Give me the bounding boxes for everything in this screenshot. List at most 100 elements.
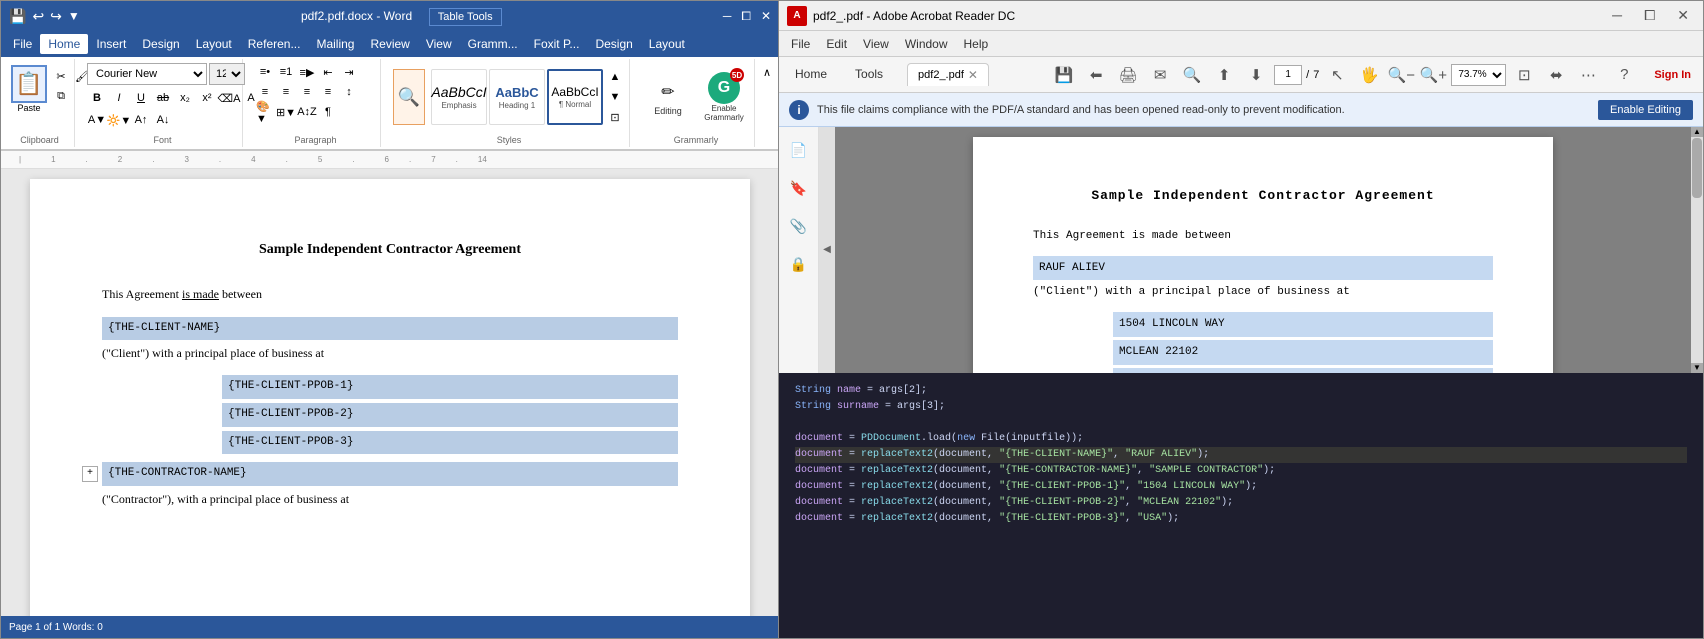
styles-expand[interactable]: ⊡ <box>605 108 625 126</box>
justify-button[interactable]: ≡ <box>318 83 338 101</box>
menu-file[interactable]: File <box>5 34 40 54</box>
acrobat-menu-help[interactable]: Help <box>956 34 997 54</box>
scrollbar-thumb[interactable] <box>1692 138 1702 198</box>
menu-foxit[interactable]: Foxit P... <box>526 34 588 54</box>
cut-button[interactable]: ✂ <box>51 67 71 85</box>
style-normal[interactable]: AaBbCcI ¶ Normal <box>547 69 603 125</box>
acrobat-sign-in[interactable]: Sign In <box>1646 65 1699 85</box>
pdf-zoom-out-icon[interactable]: 🔍− <box>1387 61 1415 89</box>
shading-button[interactable]: 🎨▼ <box>255 103 275 121</box>
menu-home[interactable]: Home <box>40 34 88 54</box>
sort-button[interactable]: A↕Z <box>297 103 317 121</box>
acrobat-minimize-btn[interactable]: ─ <box>1606 5 1628 26</box>
sidebar-bookmark-btn[interactable]: 🔖 <box>784 173 814 203</box>
acrobat-tab-tools[interactable]: Tools <box>843 61 895 89</box>
font-color-button[interactable]: A▼ <box>87 111 107 129</box>
bullet-list-button[interactable]: ≡• <box>255 63 275 81</box>
pdf-print-icon[interactable]: 🖨 <box>1114 61 1142 89</box>
highlight-button[interactable]: 🔆▼ <box>109 111 129 129</box>
pdf-fit-width-icon[interactable]: ⬌ <box>1542 61 1570 89</box>
bold-button[interactable]: B <box>87 89 107 107</box>
pdf-hand-icon[interactable]: 🖐 <box>1355 61 1383 89</box>
acrobat-help-icon[interactable]: ? <box>1610 61 1638 89</box>
menu-review[interactable]: Review <box>362 34 417 54</box>
grammarly-button[interactable]: G 5D EnableGrammarly <box>698 67 750 127</box>
font-up-button[interactable]: A↑ <box>131 111 151 129</box>
paste-button[interactable]: 📋 Paste <box>9 63 49 115</box>
pdf-save-icon[interactable]: 💾 <box>1050 61 1078 89</box>
acrobat-menu-file[interactable]: File <box>783 34 818 54</box>
pdf-zoom-in-icon[interactable]: 🔍+ <box>1419 61 1447 89</box>
align-right-button[interactable]: ≡ <box>297 83 317 101</box>
acrobat-menu-window[interactable]: Window <box>897 34 956 54</box>
styles-search-button[interactable]: 🔍 <box>393 69 425 125</box>
editing-button[interactable]: ✏ Editing <box>642 73 694 121</box>
sidebar-thumbnail-btn[interactable]: 📄 <box>784 135 814 165</box>
acrobat-doc-tab[interactable]: pdf2_.pdf ✕ <box>907 63 989 86</box>
multi-list-button[interactable]: ≡▶ <box>297 63 317 81</box>
styles-scroll-up[interactable]: ▲ <box>605 68 625 86</box>
menu-references[interactable]: Referen... <box>240 34 309 54</box>
acrobat-tab-home[interactable]: Home <box>783 61 839 89</box>
pdf-fit-page-icon[interactable]: ⊡ <box>1510 61 1538 89</box>
word-close-btn[interactable]: ✕ <box>761 9 771 24</box>
menu-insert[interactable]: Insert <box>88 34 134 54</box>
align-left-button[interactable]: ≡ <box>255 83 275 101</box>
menu-layout[interactable]: Layout <box>188 34 240 54</box>
line-spacing-button[interactable]: ↕ <box>339 83 359 101</box>
menu-layout2[interactable]: Layout <box>641 34 693 54</box>
font-size-select[interactable]: 12 <box>209 63 245 85</box>
acrobat-doc-tab-close[interactable]: ✕ <box>968 68 978 82</box>
pdf-back-icon[interactable]: ⬅ <box>1082 61 1110 89</box>
pdf-next-page-icon[interactable]: ⬇ <box>1242 61 1270 89</box>
enable-editing-button[interactable]: Enable Editing <box>1598 100 1693 120</box>
acrobat-menu-edit[interactable]: Edit <box>818 34 855 54</box>
menu-grammarly[interactable]: Gramm... <box>460 34 526 54</box>
style-heading1[interactable]: AaBbC Heading 1 <box>489 69 545 125</box>
show-marks-button[interactable]: ¶ <box>318 103 338 121</box>
word-minimize-btn[interactable]: ─ <box>723 9 732 24</box>
underline-button[interactable]: U <box>131 89 151 107</box>
pdf-zoom-select[interactable]: 73.7% <box>1451 64 1506 86</box>
word-redo-icon[interactable]: ↪ <box>50 8 62 25</box>
word-restore-btn[interactable]: ⧠ <box>741 9 751 24</box>
add-paragraph-icon[interactable]: + <box>82 466 98 482</box>
scrollbar-up-btn[interactable]: ▲ <box>1691 127 1703 137</box>
acrobat-scrollbar[interactable]: ▲ ▼ <box>1691 127 1703 373</box>
pdf-prev-page-icon[interactable]: ⬆ <box>1210 61 1238 89</box>
menu-design[interactable]: Design <box>134 34 187 54</box>
number-list-button[interactable]: ≡1 <box>276 63 296 81</box>
superscript-button[interactable]: x² <box>197 89 217 107</box>
pdf-cursor-icon[interactable]: ↖ <box>1323 61 1351 89</box>
acrobat-close-btn[interactable]: ✕ <box>1671 5 1695 26</box>
pdf-more-icon[interactable]: ⋯ <box>1574 61 1602 89</box>
ribbon-collapse-btn[interactable]: ∧ <box>757 63 777 81</box>
menu-mailing[interactable]: Mailing <box>308 34 362 54</box>
pdf-search-icon[interactable]: 🔍 <box>1178 61 1206 89</box>
acrobat-restore-btn[interactable]: ⧠ <box>1638 5 1661 26</box>
strikethrough-button[interactable]: ab <box>153 89 173 107</box>
styles-scroll-down[interactable]: ▼ <box>605 88 625 106</box>
pdf-email-icon[interactable]: ✉ <box>1146 61 1174 89</box>
scrollbar-down-btn[interactable]: ▼ <box>1691 363 1703 373</box>
align-center-button[interactable]: ≡ <box>276 83 296 101</box>
word-undo-icon[interactable]: ↩ <box>32 8 44 25</box>
increase-indent-button[interactable]: ⇥ <box>339 63 359 81</box>
font-down-button[interactable]: A↓ <box>153 111 173 129</box>
italic-button[interactable]: I <box>109 89 129 107</box>
style-emphasis[interactable]: AaBbCcI Emphasis <box>431 69 487 125</box>
borders-button[interactable]: ⊞▼ <box>276 103 296 121</box>
pdf-page-input[interactable] <box>1274 65 1302 85</box>
copy-button[interactable]: ⧉ <box>51 87 71 105</box>
decrease-indent-button[interactable]: ⇤ <box>318 63 338 81</box>
sidebar-attachment-btn[interactable]: 📎 <box>784 211 814 241</box>
word-customize-icon[interactable]: ▼ <box>68 9 80 23</box>
word-save-icon[interactable]: 💾 <box>9 8 26 25</box>
menu-view[interactable]: View <box>418 34 460 54</box>
font-family-select[interactable]: Courier New <box>87 63 207 85</box>
subscript-button[interactable]: x₂ <box>175 89 195 107</box>
acrobat-menu-view[interactable]: View <box>855 34 897 54</box>
clear-format-button[interactable]: ⌫A <box>219 89 239 107</box>
sidebar-security-btn[interactable]: 🔒 <box>784 249 814 279</box>
menu-design2[interactable]: Design <box>587 34 640 54</box>
